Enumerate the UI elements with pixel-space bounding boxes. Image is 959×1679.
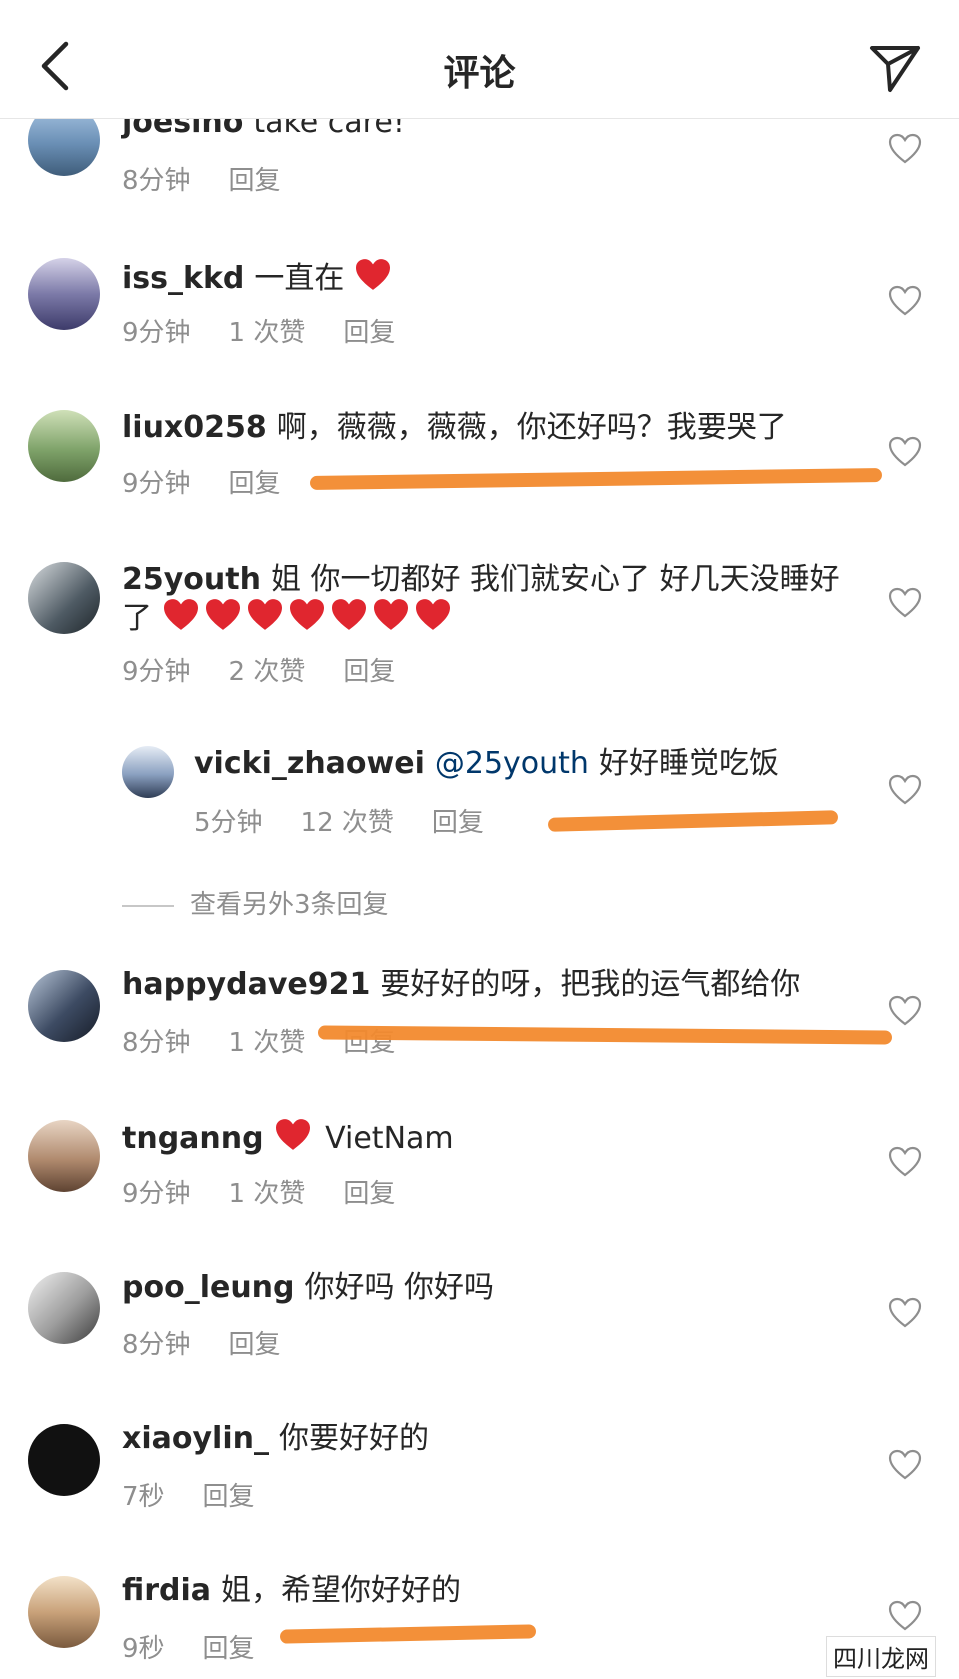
like-heart-icon[interactable] <box>888 133 922 165</box>
send-paper-plane-icon[interactable] <box>868 42 922 94</box>
comment-time: 7秒 <box>122 1482 165 1512</box>
like-heart-icon[interactable] <box>888 587 922 619</box>
avatar[interactable] <box>28 1576 100 1648</box>
comment-time: 8分钟 <box>122 1330 191 1360</box>
reply-button[interactable]: 回复 <box>229 1324 281 1361</box>
heart-emoji-row <box>162 599 456 636</box>
red-heart-emoji-icon <box>205 599 240 630</box>
like-heart-icon[interactable] <box>888 1297 922 1329</box>
avatar[interactable] <box>28 258 100 330</box>
top-bar: 评论 <box>0 0 959 119</box>
comment-time: 9分钟 <box>122 1179 191 1209</box>
comment-username[interactable]: vicki_zhaowei <box>194 746 425 781</box>
divider <box>122 904 174 907</box>
page-title: 评论 <box>443 53 516 94</box>
comment-time: 9分钟 <box>122 318 191 348</box>
comment-text: VietNam <box>325 1121 454 1156</box>
comment-text: 好好睡觉吃饭 <box>598 746 779 781</box>
watermark: 四川龙网 <box>826 1636 936 1677</box>
reply-button[interactable]: 回复 <box>203 1476 255 1513</box>
red-heart-emoji-icon <box>247 599 282 630</box>
like-heart-icon[interactable] <box>888 1146 922 1178</box>
comment-time: 9秒 <box>122 1634 165 1664</box>
avatar[interactable] <box>122 746 174 798</box>
like-count[interactable]: 2 次赞 <box>229 651 306 688</box>
comment-text: 姐，希望你好好的 <box>221 1573 462 1608</box>
reply-button[interactable]: 回复 <box>432 802 484 839</box>
comment-username[interactable]: firdia <box>122 1573 211 1608</box>
like-count[interactable]: 1 次赞 <box>229 1022 306 1059</box>
like-heart-icon[interactable] <box>888 774 922 806</box>
comment-time: 8分钟 <box>122 1028 191 1058</box>
highlight-underline <box>547 810 839 832</box>
reply-button[interactable]: 回复 <box>343 651 395 688</box>
like-heart-icon[interactable] <box>888 1449 922 1481</box>
comment-username[interactable]: iss_kkd <box>122 261 244 296</box>
like-heart-icon[interactable] <box>888 285 922 317</box>
avatar[interactable] <box>28 1272 100 1344</box>
highlight-underline <box>279 1624 537 1644</box>
red-heart-emoji-icon <box>275 1119 310 1150</box>
comment-time: 5分钟 <box>194 808 263 838</box>
red-heart-emoji-icon <box>373 599 408 630</box>
comment-text: 你好吗 你好吗 <box>304 1270 495 1305</box>
highlight-underline <box>309 468 883 490</box>
avatar[interactable] <box>28 1120 100 1192</box>
comment-text: 要好好的呀，把我的运气都给你 <box>380 967 801 1002</box>
red-heart-emoji-icon <box>355 259 390 290</box>
like-count[interactable]: 1 次赞 <box>229 1173 306 1210</box>
mention-link[interactable]: @25youth <box>435 746 589 781</box>
avatar[interactable] <box>28 1424 100 1496</box>
comment-text: 啊，薇薇，薇薇，你还好吗？我要哭了 <box>276 410 787 445</box>
comment-username[interactable]: liux0258 <box>122 410 267 445</box>
reply-button[interactable]: 回复 <box>203 1628 255 1665</box>
comment-username[interactable]: happydave921 <box>122 967 370 1002</box>
comment-username[interactable]: xiaoylin_ <box>122 1421 269 1456</box>
reply-button[interactable]: 回复 <box>229 160 281 197</box>
reply-button[interactable]: 回复 <box>343 312 395 349</box>
avatar[interactable] <box>28 410 100 482</box>
view-more-label: 查看另外3条回复 <box>190 890 389 920</box>
comment-text: 一直在 <box>254 261 345 296</box>
avatar[interactable] <box>28 562 100 634</box>
comment-time: 8分钟 <box>122 166 191 196</box>
red-heart-emoji-icon <box>415 599 450 630</box>
red-heart-emoji-icon <box>163 599 198 630</box>
view-more-replies[interactable]: 查看另外3条回复 <box>122 884 389 921</box>
comment-text: 你要好好的 <box>278 1421 429 1456</box>
reply-button[interactable]: 回复 <box>343 1173 395 1210</box>
comment-time: 9分钟 <box>122 657 191 687</box>
red-heart-emoji-icon <box>331 599 366 630</box>
avatar[interactable] <box>28 970 100 1042</box>
like-count[interactable]: 12 次赞 <box>301 802 394 839</box>
comment-time: 9分钟 <box>122 469 191 499</box>
like-heart-icon[interactable] <box>888 1600 922 1632</box>
like-count[interactable]: 1 次赞 <box>229 312 306 349</box>
reply-button[interactable]: 回复 <box>229 463 281 500</box>
like-heart-icon[interactable] <box>888 995 922 1027</box>
like-heart-icon[interactable] <box>888 436 922 468</box>
red-heart-emoji-icon <box>289 599 324 630</box>
comment-username[interactable]: poo_leung <box>122 1270 295 1305</box>
comment-username[interactable]: 25youth <box>122 562 261 597</box>
comment-username[interactable]: tnganng <box>122 1121 264 1156</box>
